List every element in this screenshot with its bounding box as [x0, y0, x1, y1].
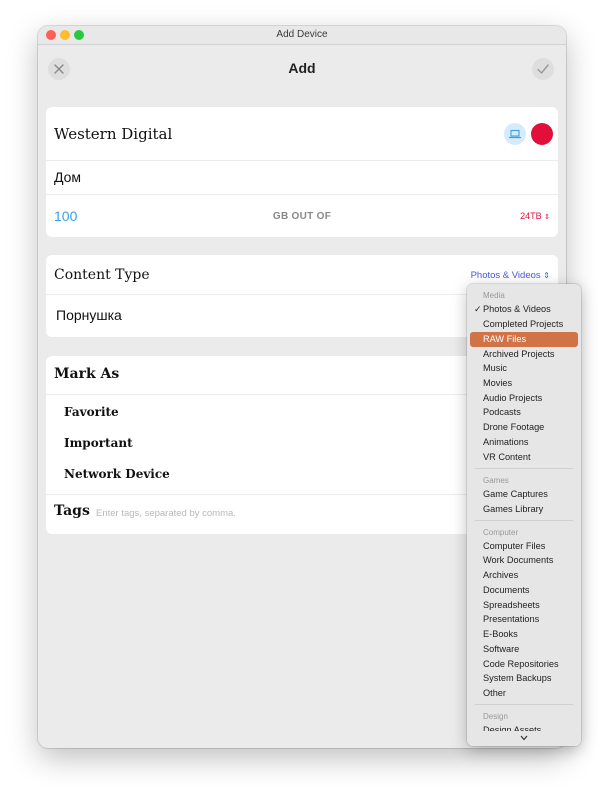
capacity-unit-label: GB OUT OF	[272, 211, 332, 222]
capacity-row: 100 GB OUT OF 24TB ⇕	[46, 195, 558, 237]
menu-item-e-books[interactable]: E-Books	[470, 627, 578, 642]
device-color-swatch[interactable]	[531, 123, 553, 145]
menu-header-games: Games	[483, 476, 509, 485]
menu-item-system-backups[interactable]: System Backups	[470, 671, 578, 686]
toolbar-title: Add	[288, 60, 316, 76]
menu-item-photos-videos[interactable]: ✓ Photos & Videos	[470, 302, 578, 317]
menu-item-design-assets[interactable]: Design Assets	[470, 723, 578, 731]
mark-as-important[interactable]: Important	[64, 436, 133, 450]
menu-item-software[interactable]: Software	[470, 642, 578, 657]
menu-item-archived-projects[interactable]: Archived Projects	[470, 347, 578, 362]
stepper-chevron-icon: ⇕	[544, 214, 550, 221]
menu-item-audio-projects[interactable]: Audio Projects	[470, 391, 578, 406]
content-type-label: Content Type	[54, 267, 150, 283]
menu-item-archives[interactable]: Archives	[470, 568, 578, 583]
tags-input[interactable]: Enter tags, separated by comma.	[96, 508, 236, 519]
content-value-field[interactable]: Порнушка	[56, 307, 122, 323]
menu-item-spreadsheets[interactable]: Spreadsheets	[470, 598, 578, 613]
menu-separator	[475, 468, 573, 469]
capacity-total-value: 24TB	[520, 211, 542, 221]
device-name-field[interactable]: Дом	[54, 169, 81, 185]
menu-header-media: Media	[483, 291, 505, 300]
menu-item-drone-footage[interactable]: Drone Footage	[470, 420, 578, 435]
menu-item-documents[interactable]: Documents	[470, 583, 578, 598]
content-type-menu: Media ✓ Photos & Videos Completed Projec…	[467, 284, 581, 746]
menu-item-music[interactable]: Music	[470, 361, 578, 376]
window-title: Add Device	[276, 29, 328, 40]
menu-item-game-captures[interactable]: Game Captures	[470, 487, 578, 502]
menu-item-podcasts[interactable]: Podcasts	[470, 405, 578, 420]
laptop-icon	[509, 129, 521, 139]
checkmark-icon	[537, 64, 549, 74]
menu-scroll-down-arrow[interactable]	[467, 731, 581, 746]
mark-as-favorite[interactable]: Favorite	[64, 405, 119, 419]
brand-row: Western Digital	[46, 107, 558, 161]
menu-item-raw-files[interactable]: RAW Files	[470, 332, 578, 347]
content-type-picker[interactable]: Photos & Videos ⇕	[471, 270, 550, 281]
tags-label: Tags	[54, 503, 90, 519]
menu-item-other[interactable]: Other	[470, 686, 578, 701]
device-type-button[interactable]	[504, 123, 526, 145]
chevron-down-icon	[520, 735, 528, 741]
title-bar: Add Device	[38, 26, 566, 45]
capacity-total-picker[interactable]: 24TB ⇕	[520, 211, 550, 221]
menu-item-vr-content[interactable]: VR Content	[470, 450, 578, 465]
confirm-button[interactable]	[532, 58, 554, 80]
brand-field[interactable]: Western Digital	[54, 125, 172, 143]
menu-header-design: Design	[483, 712, 508, 721]
mark-as-network-device[interactable]: Network Device	[64, 467, 170, 481]
content-type-selected: Photos & Videos	[470, 270, 541, 281]
menu-item-computer-files[interactable]: Computer Files	[470, 539, 578, 554]
menu-item-presentations[interactable]: Presentations	[470, 612, 578, 627]
menu-item-work-documents[interactable]: Work Documents	[470, 553, 578, 568]
menu-item-games-library[interactable]: Games Library	[470, 502, 578, 517]
menu-item-animations[interactable]: Animations	[470, 435, 578, 450]
menu-item-label: Photos & Videos	[483, 304, 551, 314]
menu-item-movies[interactable]: Movies	[470, 376, 578, 391]
menu-header-computer: Computer	[483, 528, 519, 537]
device-card: Western Digital Дом 100 GB OUT OF 24TB ⇕	[46, 107, 558, 237]
menu-item-completed-projects[interactable]: Completed Projects	[470, 317, 578, 332]
name-row: Дом	[46, 161, 558, 195]
picker-chevron-icon: ⇕	[543, 271, 550, 280]
checkmark-icon: ✓	[474, 304, 482, 314]
menu-item-code-repositories[interactable]: Code Repositories	[470, 657, 578, 672]
toolbar: Add	[38, 45, 566, 103]
menu-separator	[475, 704, 573, 705]
menu-separator	[475, 520, 573, 521]
mark-as-label: Mark As	[54, 366, 120, 382]
